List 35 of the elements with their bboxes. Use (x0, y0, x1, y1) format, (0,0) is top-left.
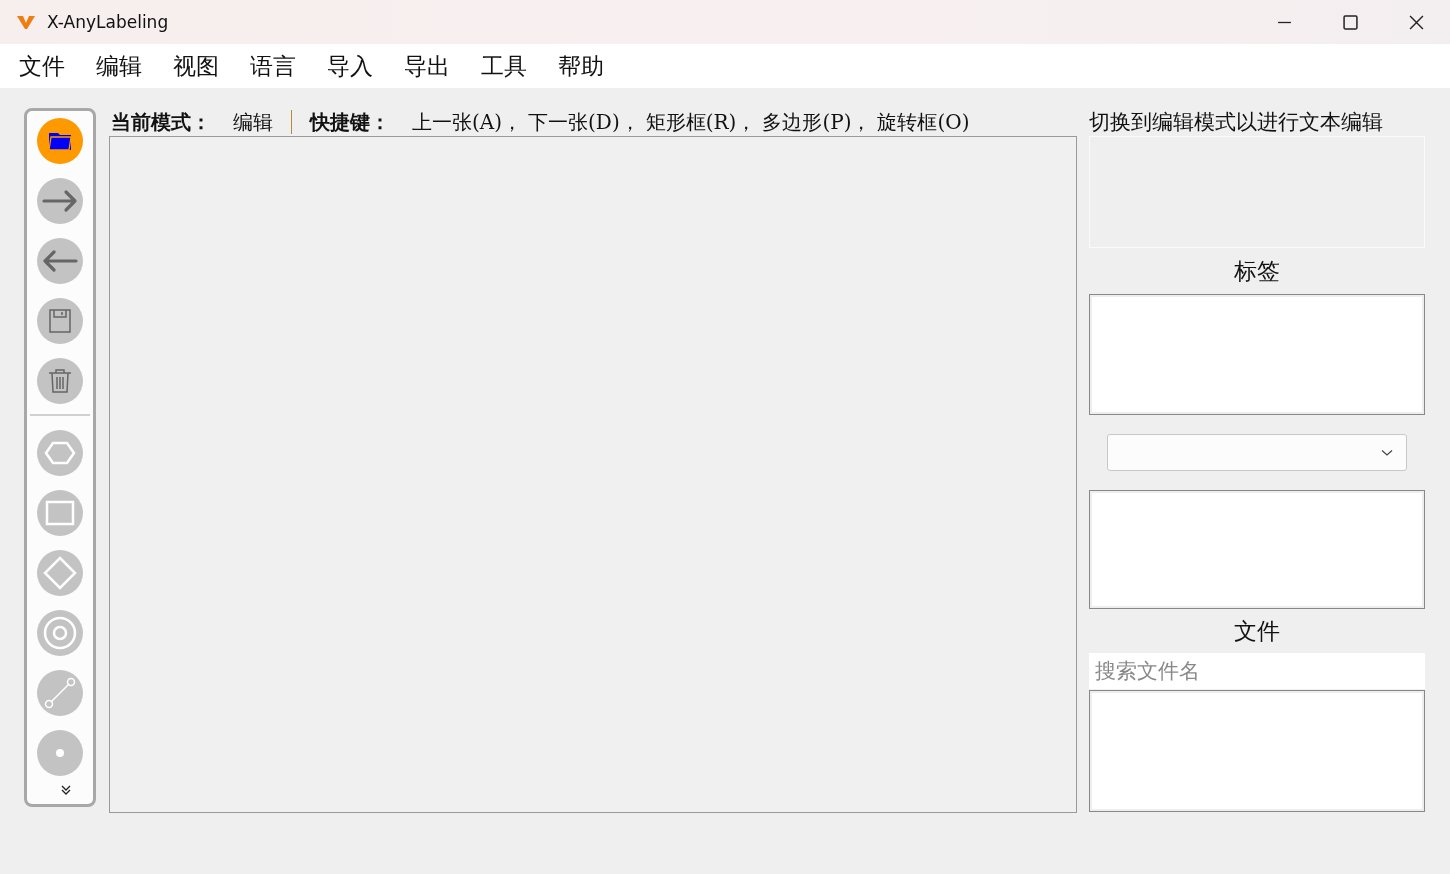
shortcut-text: 上一张(A)， (412, 108, 523, 136)
shortcut-text: 矩形框(R)， (645, 108, 757, 136)
expand-chevron-icon[interactable] (60, 784, 72, 796)
dot-icon (56, 749, 64, 757)
menu-item[interactable]: 导出 (404, 50, 450, 82)
window-title: X-AnyLabeling (47, 12, 169, 32)
menu-item[interactable]: 帮助 (558, 50, 604, 82)
delete-tool-button[interactable] (37, 358, 83, 404)
shortcut-text: 旋转框(O) (877, 108, 970, 136)
menu-item[interactable]: 文件 (19, 50, 65, 82)
shortcut-label: 快捷键： (310, 108, 390, 136)
menu-item[interactable]: 视图 (173, 50, 219, 82)
files-panel-title: 文件 (1234, 617, 1280, 646)
menu-item[interactable]: 工具 (481, 50, 527, 82)
dropdown-caret-icon (1381, 448, 1393, 457)
next-tool-button[interactable] (37, 178, 83, 224)
mode-label: 当前模式： (111, 108, 211, 136)
menu-item[interactable]: 语言 (250, 50, 296, 82)
shortcut-text: 多边形(P)， (762, 108, 872, 136)
labels-panel-title: 标签 (1234, 257, 1280, 286)
menu-item[interactable]: 编辑 (96, 50, 142, 82)
shape-list[interactable] (1089, 490, 1425, 609)
app-logo-icon (16, 14, 36, 30)
prev-tool-button[interactable] (37, 238, 83, 284)
menu-item[interactable]: 导入 (327, 50, 373, 82)
open-tool-button[interactable] (37, 118, 83, 164)
close-icon[interactable] (1409, 14, 1424, 30)
maximize-icon[interactable] (1343, 14, 1358, 30)
save-tool-button[interactable] (37, 298, 83, 344)
mode-value: 编辑 (233, 108, 273, 136)
label-list[interactable] (1089, 294, 1425, 415)
description-hint: 切换到编辑模式以进行文本编辑 (1089, 109, 1384, 136)
search-field[interactable]: 搜索文件名 (1089, 653, 1425, 689)
shortcut-text: 下一张(D)， (528, 108, 640, 136)
file-list[interactable] (1089, 690, 1425, 812)
